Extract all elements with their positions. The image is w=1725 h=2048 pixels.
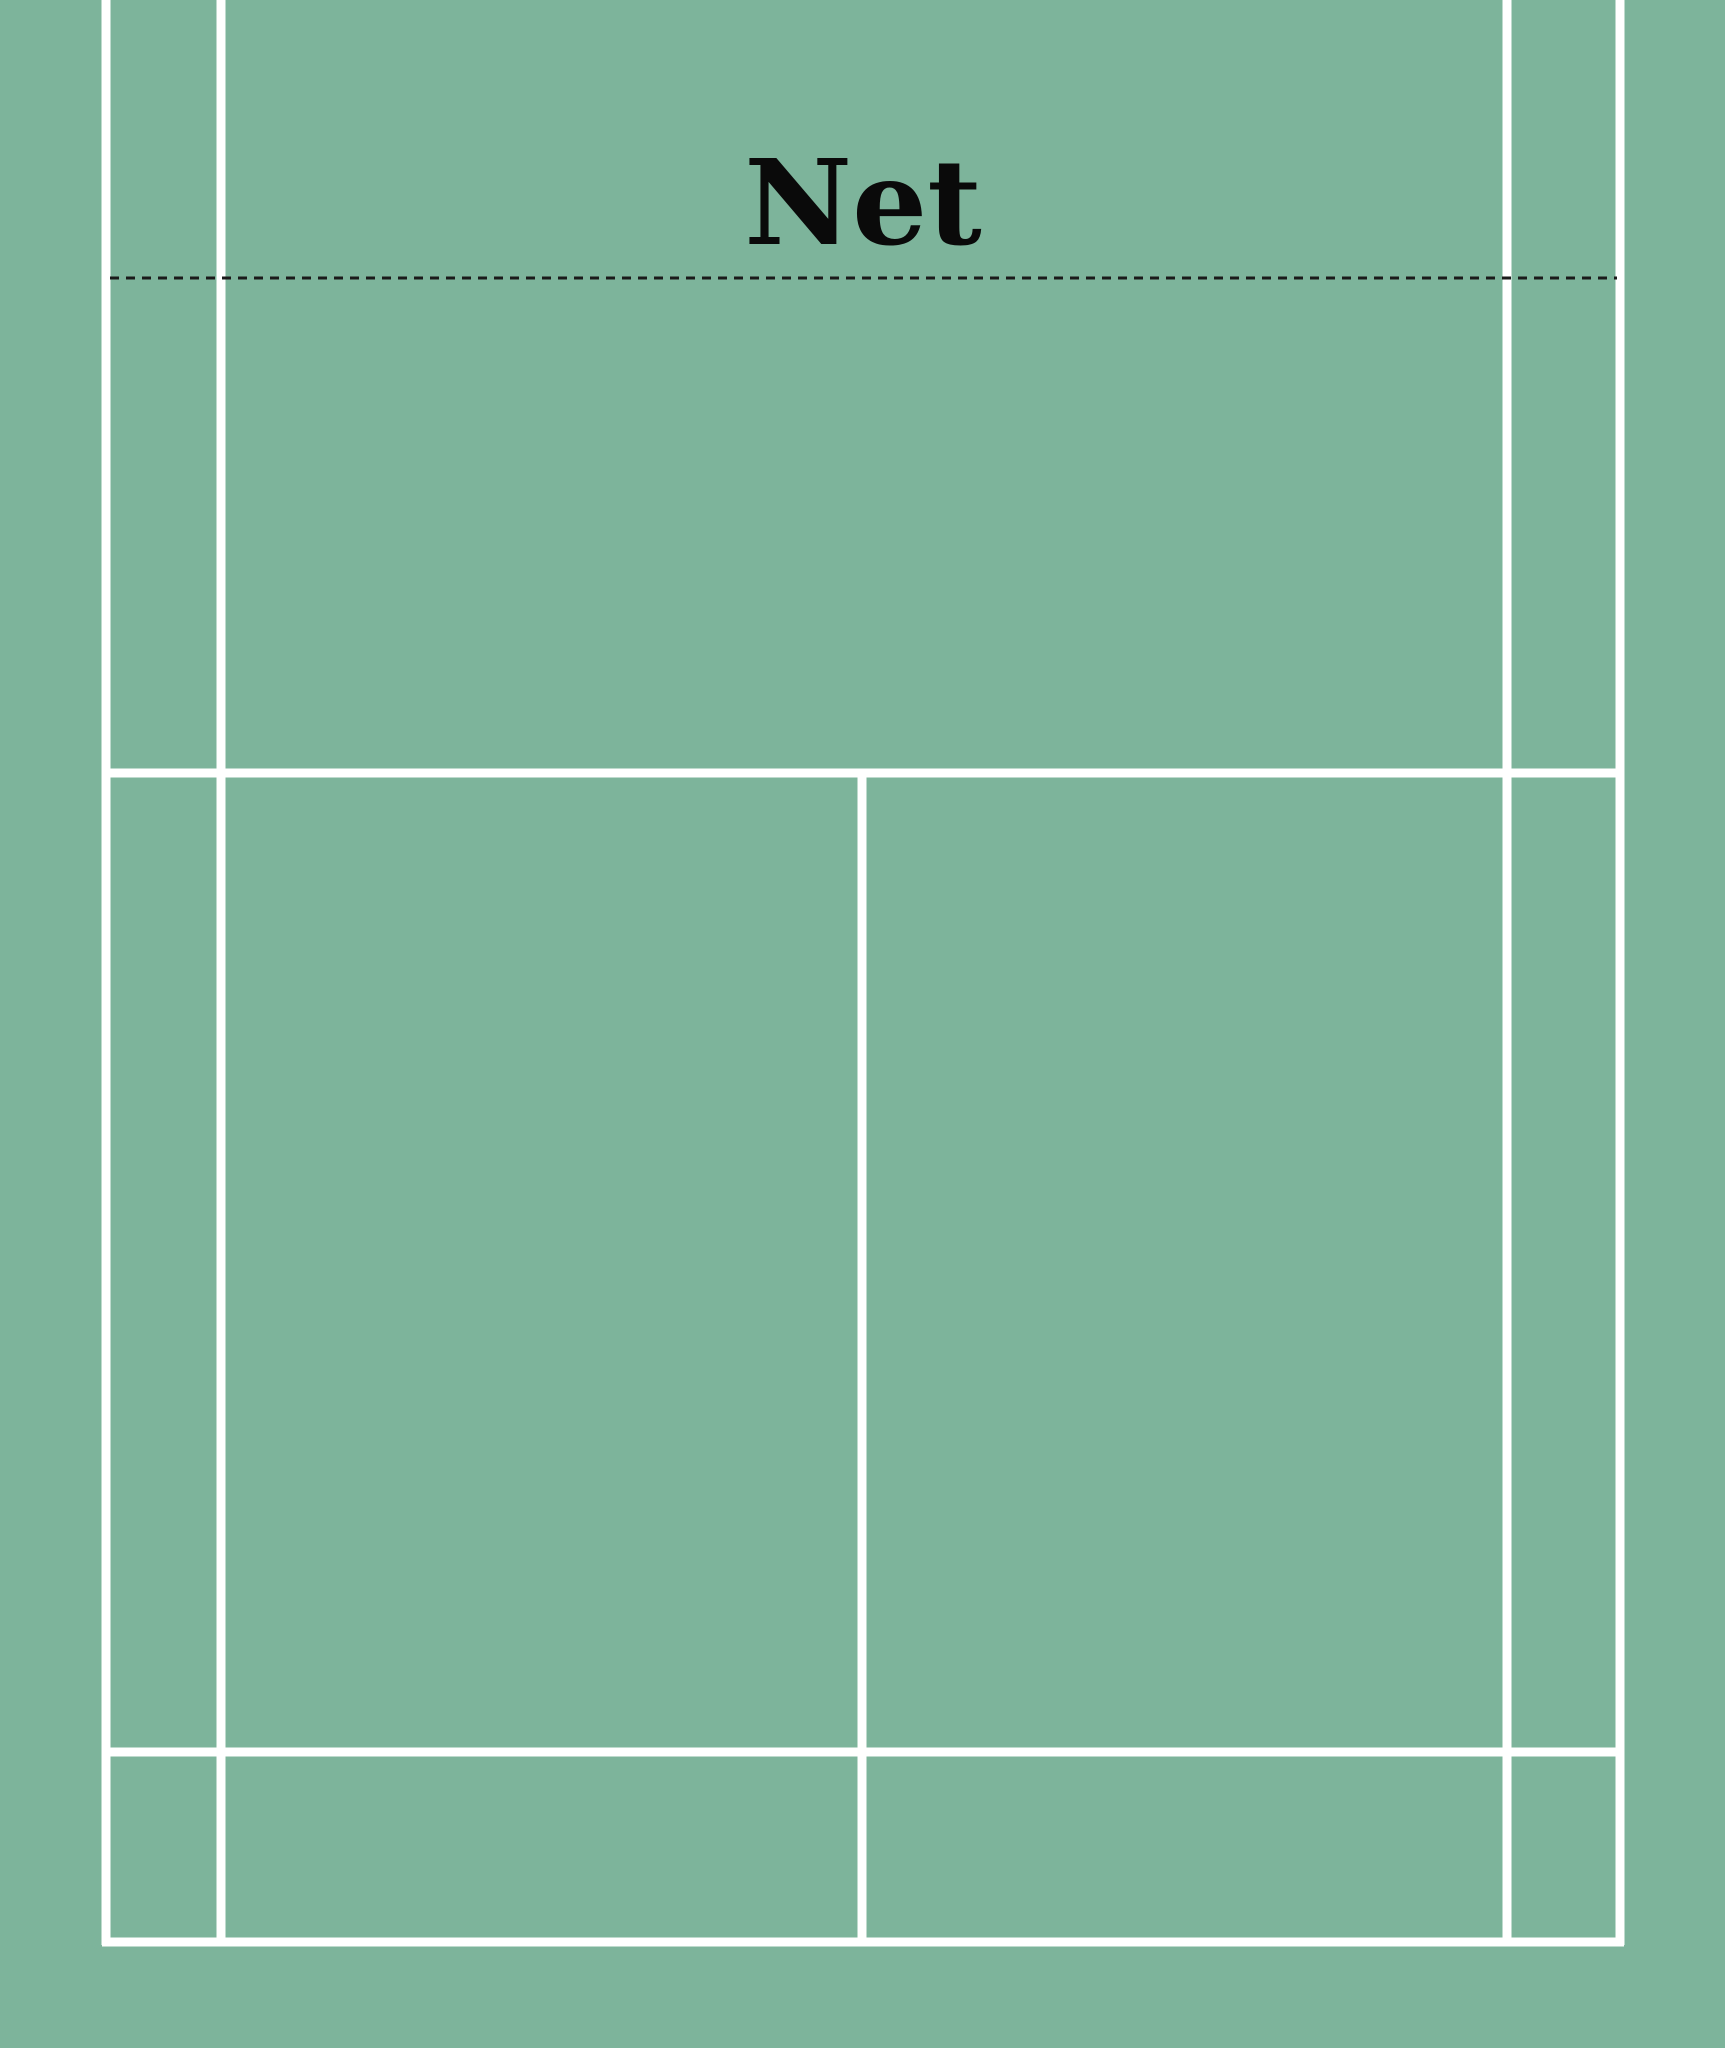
net-label: Net: [744, 133, 981, 272]
badminton-half-court-diagram: Net: [0, 0, 1725, 2048]
